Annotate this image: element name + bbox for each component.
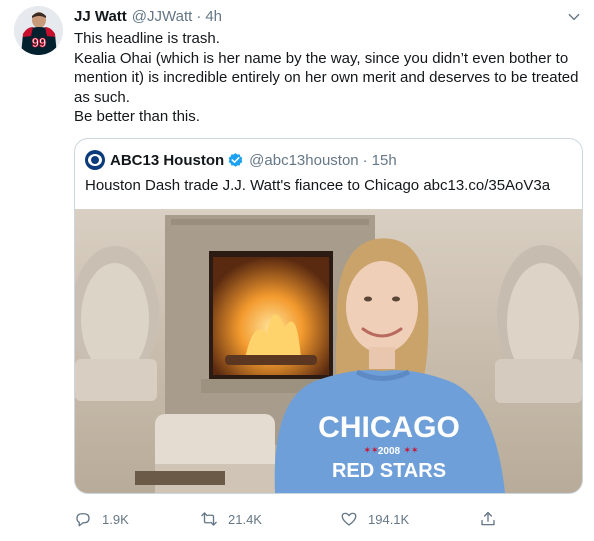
quoted-tweet-text: Houston Dash trade J.J. Watt's fiancee t… xyxy=(85,177,550,194)
quoted-tweet[interactable]: ABC13 Houston @abc13houston · 15h Housto… xyxy=(74,138,583,494)
reply-count: 1.9K xyxy=(102,511,129,527)
quoted-text-content: Houston Dash trade J.J. Watt's fiancee t… xyxy=(85,177,420,194)
quoted-author-avatar xyxy=(85,150,105,170)
author-handle[interactable]: @JJWatt xyxy=(132,8,193,25)
sweatshirt-year: 2008 xyxy=(378,446,401,457)
retweet-count: 21.4K xyxy=(228,511,262,527)
tweet-text-line: This headline is trash. xyxy=(74,30,220,47)
header-separator: · xyxy=(196,8,202,25)
heart-icon xyxy=(341,512,357,526)
sweatshirt-stars-left: ✶✶ xyxy=(363,445,378,455)
tweet-header: JJ Watt @JJWatt · 4h xyxy=(74,8,222,26)
sweatshirt-text-top: CHICAGO xyxy=(318,411,460,444)
author-avatar-image: 99 xyxy=(14,6,63,55)
sweatshirt-text-bottom: RED STARS xyxy=(332,460,446,482)
quoted-header-separator: · xyxy=(362,151,368,169)
tweet-time[interactable]: 4h xyxy=(205,8,222,25)
share-button[interactable] xyxy=(479,509,507,529)
quoted-tweet-time: 15h xyxy=(371,151,397,169)
like-count: 194.1K xyxy=(368,511,410,527)
share-icon xyxy=(481,511,495,526)
reply-button[interactable]: 1.9K xyxy=(74,509,129,529)
sweatshirt-stars-right: ✶✶ xyxy=(403,445,418,455)
tweet-text-line: Kealia Ohai (which is her name by the wa… xyxy=(74,49,579,106)
tweet-text-line: Be better than this. xyxy=(74,108,200,125)
retweet-button[interactable]: 21.4K xyxy=(200,509,262,529)
photo-illustration: CHICAGO ✶✶ 2008 ✶✶ RED STARS xyxy=(75,209,582,493)
reply-icon xyxy=(76,513,90,527)
quoted-tweet-header: ABC13 Houston @abc13houston · 15h xyxy=(85,150,397,170)
author-avatar[interactable]: 99 xyxy=(14,6,63,55)
tweet-body: This headline is trash. Kealia Ohai (whi… xyxy=(74,29,584,127)
quoted-link[interactable]: abc13.co/35AoV3a xyxy=(423,177,550,194)
avatar-jersey-number: 99 xyxy=(32,35,46,50)
like-button[interactable]: 194.1K xyxy=(340,509,409,529)
chevron-down-icon[interactable] xyxy=(567,10,581,24)
tweet-actions: 1.9K 21.4K 194.1K xyxy=(74,509,584,531)
quoted-author-handle: @abc13houston xyxy=(249,151,359,169)
verified-badge-icon xyxy=(228,152,243,167)
author-name[interactable]: JJ Watt xyxy=(74,8,127,25)
quoted-tweet-photo[interactable]: CHICAGO ✶✶ 2008 ✶✶ RED STARS xyxy=(75,209,582,493)
quoted-author-name: ABC13 Houston xyxy=(110,151,225,169)
tweet: 99 JJ Watt @JJWatt · 4h This headline is… xyxy=(0,0,594,541)
retweet-icon xyxy=(201,512,217,526)
